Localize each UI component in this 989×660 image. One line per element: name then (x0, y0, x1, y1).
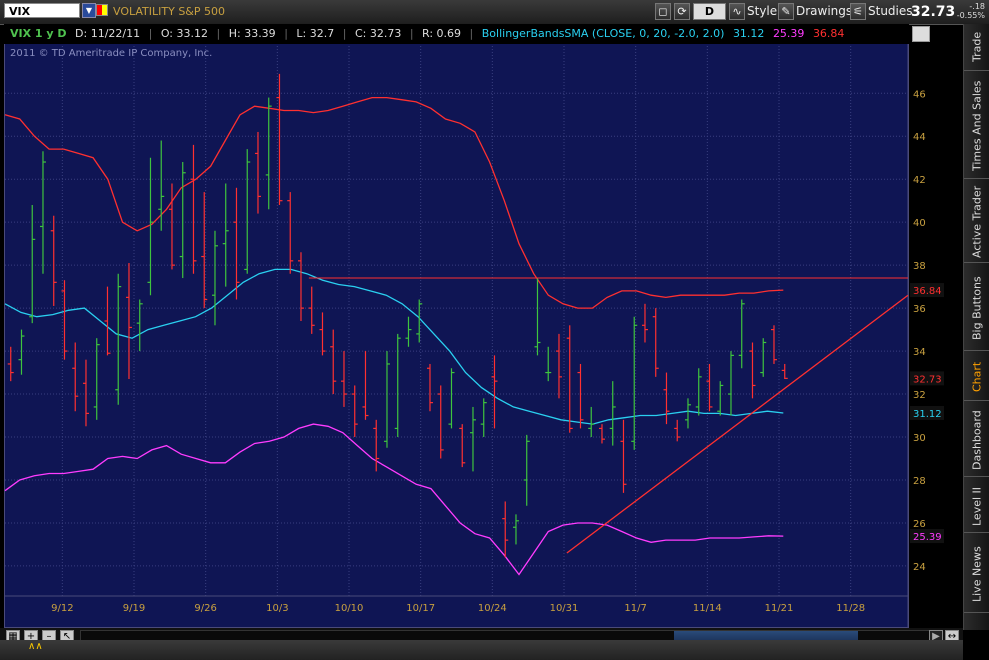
studies-menu[interactable]: Studies (868, 4, 913, 18)
x-tick-label: 11/28 (836, 603, 865, 614)
studies-icon[interactable]: ⚟ (850, 3, 866, 20)
price-chart[interactable]: 24 26 28 30 32 34 36 38 40 42 44 46 9/12 9/19 9/26 10/3… (4, 44, 963, 628)
x-tick-label: 9/19 (123, 603, 145, 614)
collapse-icon[interactable]: ∧∧ (28, 641, 43, 652)
y-tick-label: 42 (913, 175, 926, 186)
drawings-icon[interactable]: ✎ (778, 3, 794, 20)
tab-level-ii[interactable]: Level II (964, 480, 989, 533)
x-tick-label: 10/3 (266, 603, 288, 614)
study-lower-value: 25.39 (772, 27, 805, 40)
info-date: D: 11/22/11 (75, 27, 141, 40)
last-price: 32.73 (911, 4, 956, 20)
info-close: C: 32.73 (354, 27, 402, 40)
chart-settings-icon[interactable] (912, 26, 930, 42)
pct-change-value: -0.55% (956, 11, 985, 20)
net-change: -.18 -0.55% (955, 2, 985, 20)
y-tick-label: 38 (913, 261, 926, 272)
price-label: 31.12 (913, 409, 942, 420)
price-label: 25.39 (913, 532, 942, 543)
drawings-menu[interactable]: Drawings (796, 4, 852, 18)
y-tick-label: 32 (913, 390, 926, 401)
x-tick-label: 9/12 (51, 603, 73, 614)
y-tick-label: 44 (913, 132, 926, 143)
info-open: O: 33.12 (160, 27, 208, 40)
tab-trade[interactable]: Trade (964, 24, 989, 71)
x-tick-label: 10/17 (406, 603, 435, 614)
company-name: VOLATILITY S&P 500 (113, 5, 225, 18)
lower-band-line (4, 423, 784, 576)
tab-dashboard[interactable]: Dashboard (964, 404, 989, 477)
y-tick-label: 28 (913, 476, 926, 487)
net-change-value: -.18 (969, 2, 985, 11)
tab-live-news[interactable]: Live News (964, 536, 989, 613)
trendline-drawing[interactable] (566, 294, 909, 554)
style-icon[interactable]: ∿ (729, 3, 745, 20)
price-label: 32.73 (913, 374, 942, 385)
tab-active-trader[interactable]: Active Trader (964, 182, 989, 263)
study-upper-value: 36.84 (812, 27, 845, 40)
x-tick-label: 11/7 (624, 603, 646, 614)
link-icon[interactable]: ⟳ (674, 3, 690, 20)
side-tab-bar: Trade Times And Sales Active Trader Big But… (963, 24, 989, 630)
x-tick-label: 9/26 (194, 603, 216, 614)
symbol-input[interactable]: VIX (4, 3, 80, 18)
price-label: 36.84 (913, 286, 942, 297)
x-tick-label: 11/14 (693, 603, 722, 614)
y-tick-label: 24 (913, 562, 926, 573)
x-tick-label: 10/24 (478, 603, 507, 614)
x-tick-label: 11/21 (765, 603, 794, 614)
upper-band-line (4, 96, 784, 309)
bottom-strip (0, 640, 963, 660)
tab-big-buttons[interactable]: Big Buttons (964, 266, 989, 351)
y-tick-label: 26 (913, 519, 926, 530)
period-label[interactable]: VIX 1 y D (10, 27, 67, 40)
style-menu[interactable]: Style (747, 4, 777, 18)
link-color-icon[interactable] (96, 4, 108, 16)
copyright-text: 2011 © TD Ameritrade IP Company, Inc. (10, 48, 212, 59)
study-label[interactable]: BollingerBandsSMA (CLOSE, 0, 20, -2.0, 2… (482, 27, 725, 40)
y-tick-label: 46 (913, 89, 926, 100)
y-tick-label: 34 (913, 347, 926, 358)
y-tick-label: 30 (913, 433, 926, 444)
info-high: H: 33.39 (228, 27, 276, 40)
info-range: R: 0.69 (422, 27, 462, 40)
study-mid-value: 31.12 (732, 27, 765, 40)
aggregation-button[interactable]: D (693, 3, 726, 20)
x-tick-label: 10/10 (335, 603, 364, 614)
tab-chart[interactable]: Chart (964, 354, 989, 401)
symbol-dropdown-button[interactable]: ▼ (82, 3, 96, 18)
chart-info-bar: VIX 1 y D D: 11/22/11 | O: 33.12 | H: 33… (4, 24, 909, 44)
zoom-icon[interactable]: ◻ (655, 3, 671, 20)
y-tick-label: 40 (913, 218, 926, 229)
x-tick-label: 10/31 (550, 603, 579, 614)
tab-times-and-sales[interactable]: Times And Sales (964, 74, 989, 179)
y-tick-label: 36 (913, 304, 926, 315)
info-low: L: 32.7 (296, 27, 335, 40)
